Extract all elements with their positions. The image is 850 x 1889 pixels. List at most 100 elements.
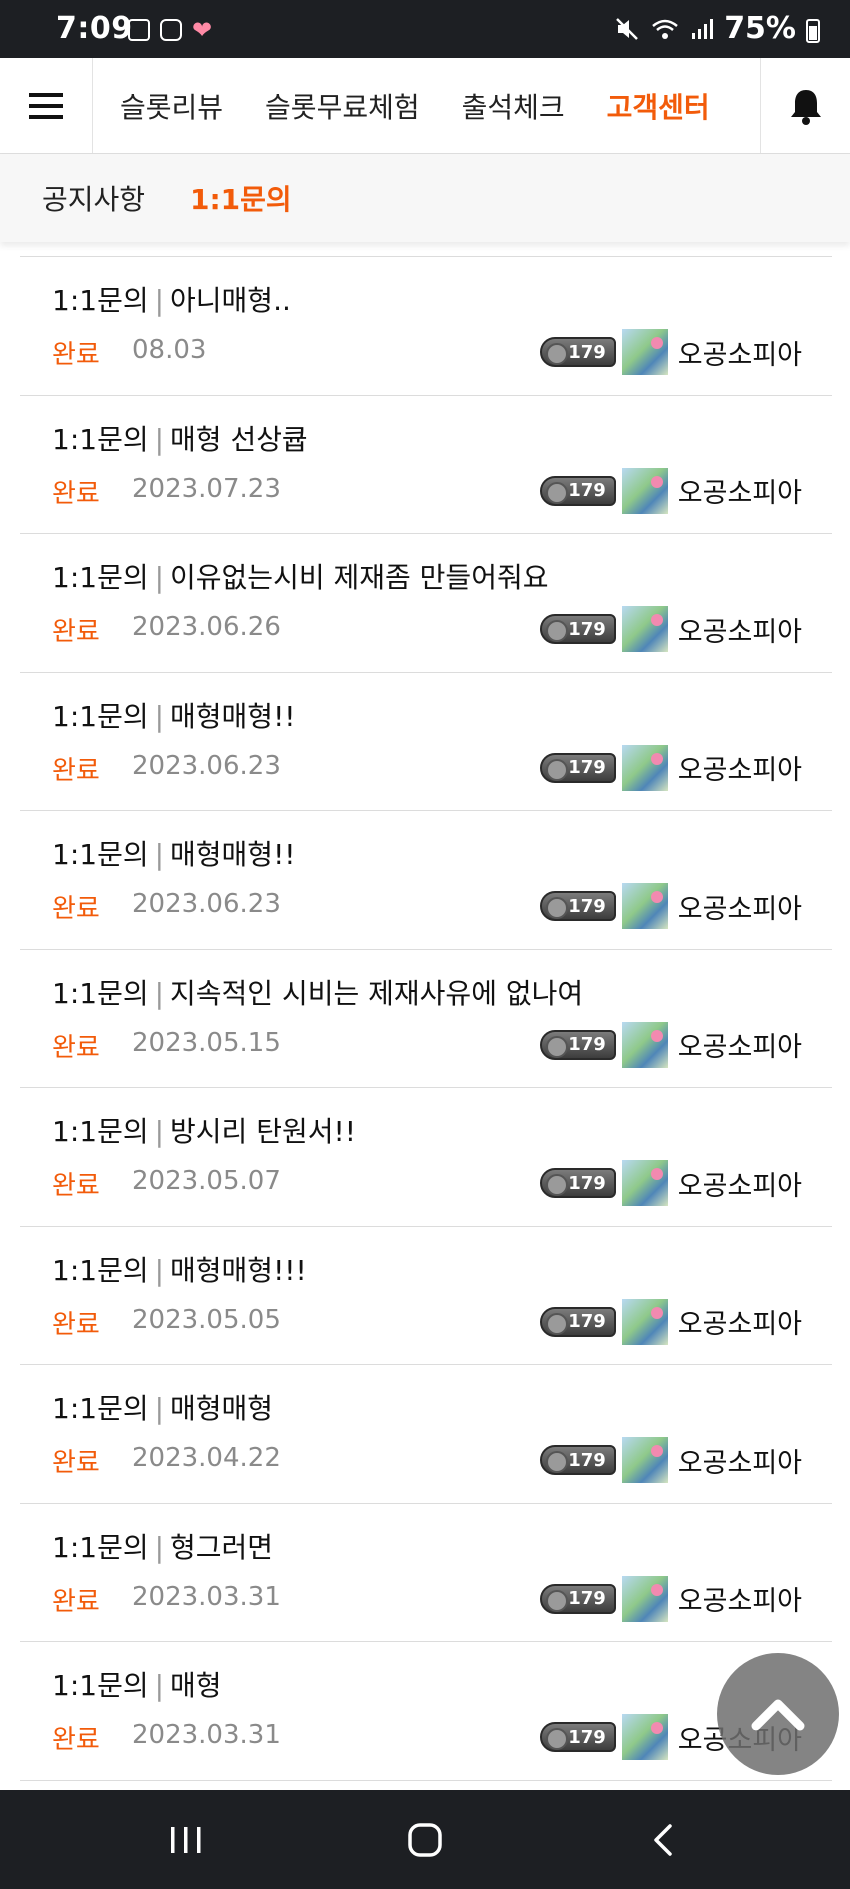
list-item[interactable]: 1:1문의 | 지속적인 시비는 제재사유에 없나여완료 2023.05.15 179 오… [20,950,832,1088]
author-info[interactable]: 179 오공소피아 [539,1021,802,1068]
status-bar: 7:09 ❤ 75% [0,0,850,58]
item-date: 2023.05.15 [132,1027,281,1058]
author-info[interactable]: 179 오공소피아 [539,329,802,375]
item-date: 08.03 [132,335,207,365]
avatar [621,606,668,652]
author-name: 오공소피아 [677,616,802,648]
author-info[interactable]: 179 오공소피아 [539,744,802,791]
status-badge: 완료 [52,1032,100,1063]
item-title: 지속적인 시비는 제재사유에 없나여 [170,976,584,1010]
nav-link-attendance[interactable]: 출석체크 [462,86,565,126]
author-info[interactable]: 179 오공소피아 [539,1298,802,1345]
heart-icon: ❤ [192,16,213,44]
list-item[interactable]: 1:1문의 | 아니매형.. 완료 08.03 179 오공소피아 [20,257,832,396]
avatar [621,329,668,375]
sub-tabs: 공지사항 1:1문의 [0,154,850,242]
author-name: 오공소피아 [677,1032,802,1063]
status-badge: 완료 [52,478,100,509]
notification-icons: ❤ [128,16,213,44]
item-title-line: 1:1문의 | 매형매형!! [52,695,296,735]
item-title: 매형매형!! [170,838,296,871]
inquiry-list: 1:1문의 | 아니매형.. 완료 08.03 179 오공소피아 1:1문의 | 매형 선상큡 완… [20,256,832,1781]
author-info[interactable]: 179 오공소피아 [539,606,802,652]
top-nav: 슬롯리뷰 슬롯무료체험 출석체크 고객센터 [0,58,850,154]
title-separator: | [154,1530,165,1564]
item-category: 1:1문의 [52,1669,149,1702]
list-item[interactable]: 1:1문의 | 매형매형!!! 완료 2023.05.05 179 오공소피아 [20,1227,832,1365]
item-title: 이유없는시비 제재좀 만들어줘요 [170,561,549,594]
wifi-icon [652,19,678,39]
author-name: 오공소피아 [677,1586,802,1617]
clock-app-icon [160,19,182,41]
recent-apps-icon[interactable] [126,1790,246,1889]
title-separator: | [154,699,165,733]
title-separator: | [154,976,165,1010]
status-time: 7:09 [56,11,133,46]
item-category: 1:1문의 [52,838,149,871]
item-date: 2023.06.23 [132,889,281,919]
item-title: 매형매형!! [170,699,296,733]
level-badge: 179 [539,891,616,921]
list-item[interactable]: 1:1문의 | 매형매형!! 완료 2023.06.23 179 오공소피아 [20,811,832,950]
title-separator: | [154,422,165,456]
scroll-top-button[interactable] [717,1653,839,1775]
title-separator: | [154,561,165,594]
avatar [621,1437,668,1483]
list-item[interactable]: 1:1문의 | 방시리 탄원서!! 완료 2023.05.07 179 오공소피아 [20,1088,832,1227]
nav-link-customer-center[interactable]: 고객센터 [607,86,710,126]
item-title: 아니매형.. [170,284,291,317]
avatar [621,744,668,791]
item-category: 1:1문의 [52,699,149,733]
tab-inquiry[interactable]: 1:1문의 [190,178,292,218]
list-item[interactable]: 1:1문의 | 매형매형!! 완료 2023.06.23 179 오공소피아 [20,673,832,811]
author-name: 오공소피아 [677,893,802,925]
nav-link-free-slot[interactable]: 슬롯무료체험 [265,86,420,126]
nav-link-slot-review[interactable]: 슬롯리뷰 [120,86,223,126]
avatar [621,1021,668,1068]
item-title: 매형매형!!! [170,1253,307,1287]
author-info[interactable]: 179 오공소피아 [539,467,802,514]
author-name: 오공소피아 [677,478,802,509]
item-date: 2023.07.23 [132,473,281,504]
item-date: 2023.05.07 [132,1166,281,1196]
title-separator: | [154,1253,165,1287]
status-badge: 완료 [52,894,100,924]
list-item[interactable]: 1:1문의 | 이유없는시비 제재좀 만들어줘요 완료 2023.06.26 179 오공소… [20,534,832,673]
list-item[interactable]: 1:1문의 | 매형 선상큡 완료 2023.07.23 179 오공소피아 [20,396,832,534]
title-separator: | [154,1669,165,1702]
author-info[interactable]: 179 오공소피아 [539,1575,802,1622]
list-item[interactable]: 1:1문의 | 형그러면완료 2023.03.31 179 오공소피아 [20,1504,832,1642]
status-badge: 완료 [52,617,100,647]
image-icon [128,19,150,41]
bell-icon[interactable] [760,58,850,153]
mute-icon [616,17,639,40]
item-category: 1:1문의 [52,1392,149,1425]
item-category: 1:1문의 [52,976,149,1010]
item-date: 2023.03.31 [132,1581,281,1612]
item-title: 매형 [170,1669,222,1702]
item-date: 2023.04.22 [132,1443,281,1473]
author-name: 오공소피아 [677,1309,802,1340]
item-date: 2023.06.23 [132,750,281,781]
back-icon[interactable] [603,1790,723,1889]
author-info[interactable]: 179 오공소피아 [539,883,802,929]
item-title-line: 1:1문의 | 형그러면 [52,1526,273,1566]
item-category: 1:1문의 [52,1115,149,1148]
list-item[interactable]: 1:1문의 | 매형매형 완료 2023.04.22 179 오공소피아 [20,1365,832,1504]
list-item[interactable]: 1:1문의|매형완료2023.03.31179오공소피아 [20,1642,832,1781]
title-separator: | [154,1392,165,1425]
level-badge: 179 [539,475,616,506]
item-title: 방시리 탄원서!! [170,1115,356,1148]
avatar [621,883,668,929]
system-nav-bar [0,1790,850,1889]
home-icon[interactable] [365,1790,485,1889]
level-badge: 179 [539,1445,616,1475]
item-title-line: 1:1문의 | 이유없는시비 제재좀 만들어줘요 [52,556,548,596]
level-badge: 179 [539,337,616,367]
item-title-line: 1:1문의 | 매형매형!! [52,833,296,873]
tab-notice[interactable]: 공지사항 [42,178,145,218]
author-info[interactable]: 179 오공소피아 [539,1437,802,1483]
hamburger-menu-icon[interactable] [0,58,93,153]
status-badge: 완료 [52,1586,100,1617]
author-info[interactable]: 179 오공소피아 [539,1160,802,1206]
